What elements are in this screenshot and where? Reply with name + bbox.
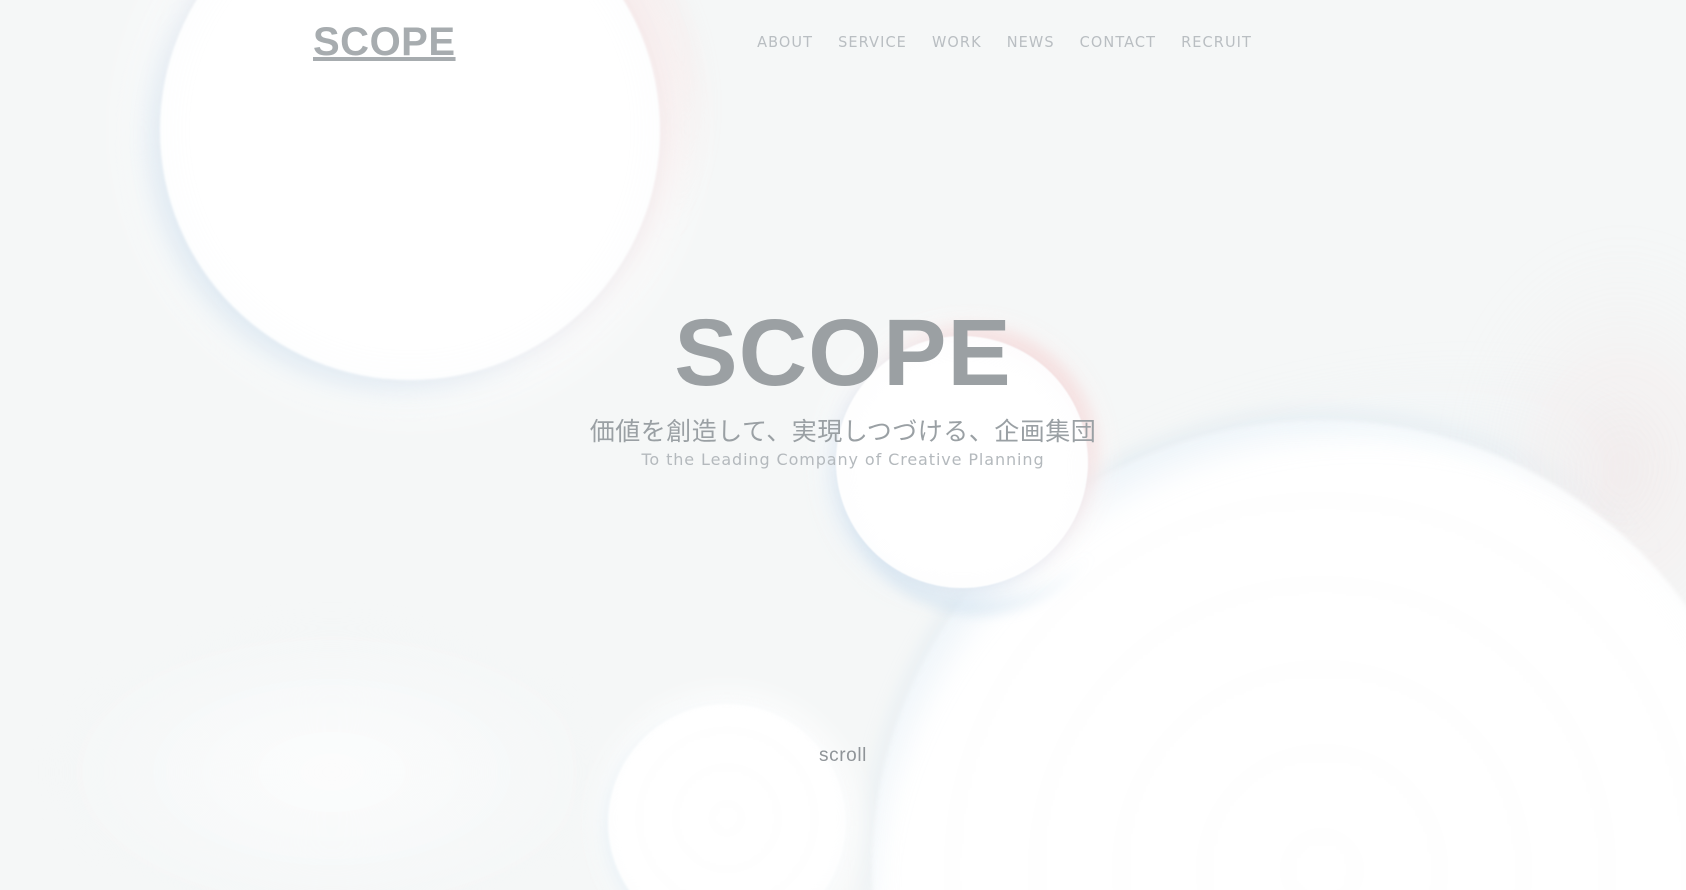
hero-tagline-ja: 価値を創造して、実現しつづける、企画集団 bbox=[589, 417, 1097, 446]
scroll-cue-label: scroll bbox=[819, 745, 867, 766]
hero-title: SCOPE bbox=[674, 300, 1012, 406]
orb-center-right bbox=[836, 336, 1088, 588]
nav-item-recruit[interactable]: RECRUIT bbox=[1181, 33, 1252, 55]
page-root: SCOPE ABOUT SERVICE WORK NEWS CONTACT RE… bbox=[0, 0, 1686, 890]
nav-item-news[interactable]: NEWS bbox=[1007, 33, 1080, 55]
orb-bottom-center bbox=[608, 704, 846, 890]
scroll-cue[interactable]: scroll bbox=[0, 745, 1686, 767]
orb-center-right-blue-rim bbox=[846, 346, 1114, 614]
nav-item-about[interactable]: ABOUT bbox=[757, 33, 838, 55]
background-sweep-pink bbox=[1430, 150, 1686, 790]
nav-item-work[interactable]: WORK bbox=[932, 33, 1007, 55]
hero-subtitle-en: To the Leading Company of Creative Plann… bbox=[641, 450, 1045, 469]
orb-center-right-pink-rim bbox=[830, 326, 1098, 594]
nav-item-contact[interactable]: CONTACT bbox=[1080, 33, 1181, 55]
nav-item-service[interactable]: SERVICE bbox=[838, 33, 932, 55]
site-logo[interactable]: SCOPE bbox=[313, 22, 456, 62]
main-navigation: ABOUT SERVICE WORK NEWS CONTACT RECRUIT bbox=[757, 33, 1252, 54]
orb-bottom-right bbox=[872, 420, 1686, 890]
orb-bottom-right-pink-rim bbox=[1180, 560, 1686, 890]
orb-bottom-right-blue-rim bbox=[862, 410, 1686, 890]
site-header: SCOPE ABOUT SERVICE WORK NEWS CONTACT RE… bbox=[0, 0, 1686, 88]
